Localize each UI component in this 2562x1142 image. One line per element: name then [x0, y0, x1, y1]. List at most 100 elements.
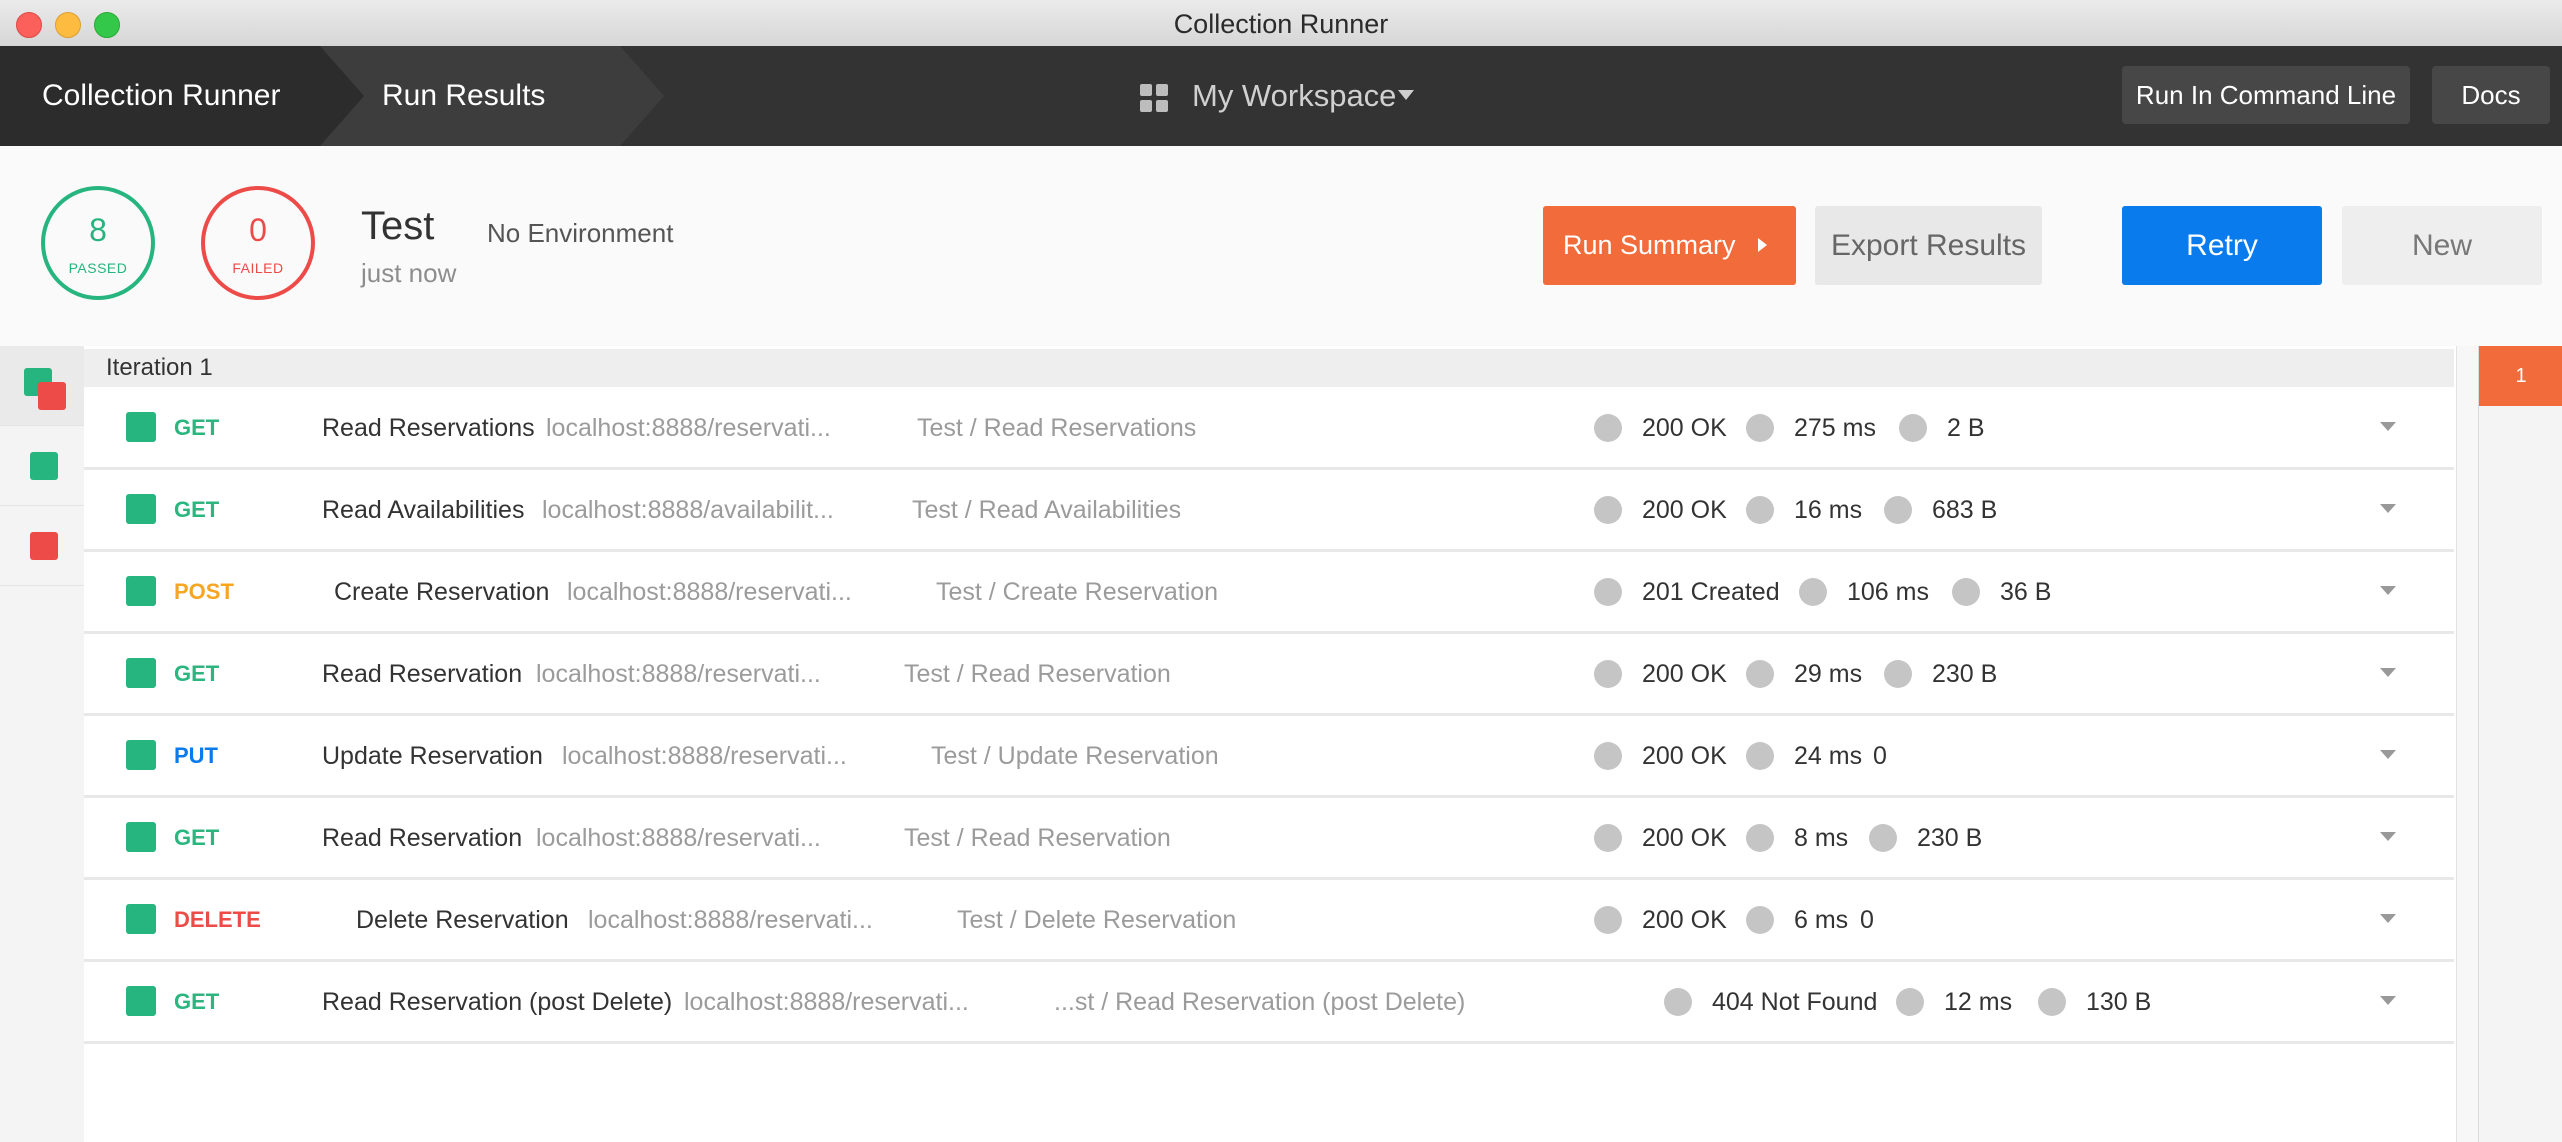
failed-square-icon	[30, 532, 58, 560]
iteration-header: Iteration 1	[84, 349, 2454, 387]
info-dot-icon[interactable]	[1869, 824, 1897, 852]
run-time: just now	[361, 258, 457, 288]
info-dot-icon[interactable]	[1746, 660, 1774, 688]
request-row[interactable]: GET Read Reservation localhost:8888/reserv…	[84, 634, 2454, 716]
failed-square-icon	[38, 382, 66, 410]
response-status-value: 200 OK	[1642, 414, 1727, 442]
chevron-down-icon[interactable]	[2380, 750, 2396, 759]
chevron-down-icon[interactable]	[2380, 504, 2396, 513]
chevron-down-icon[interactable]	[2380, 996, 2396, 1005]
info-dot-icon[interactable]	[1594, 496, 1622, 524]
request-url: localhost:8888/availabilit...	[542, 496, 834, 524]
run-summary-strip: 8 PASSED 0 FAILED Test No Environment ju…	[0, 146, 2562, 346]
response-status-value: 200 OK	[1642, 660, 1727, 688]
request-path: Test / Read Reservation	[904, 824, 1171, 852]
run-summary-label: Run Summary	[1563, 230, 1736, 260]
response-size-value: 230 B	[1932, 660, 1998, 688]
request-url: localhost:8888/reservati...	[546, 414, 831, 442]
request-method: GET	[174, 989, 220, 1014]
response-status-value: 201 Created	[1642, 578, 1780, 606]
export-results-button[interactable]: Export Results	[1815, 206, 2042, 285]
window-titlebar: Collection Runner	[0, 0, 2562, 47]
chevron-down-icon[interactable]	[2380, 586, 2396, 595]
request-path: Test / Create Reservation	[936, 578, 1219, 606]
request-method: GET	[174, 825, 220, 850]
request-url: localhost:8888/reservati...	[567, 578, 852, 606]
info-dot-icon[interactable]	[1884, 660, 1912, 688]
environment-label: No Environment	[487, 218, 674, 248]
response-time-value: 29 ms	[1794, 660, 1863, 688]
iteration-tab[interactable]: 1	[2479, 346, 2562, 406]
request-name: Read Reservation (post Delete)	[322, 988, 673, 1016]
pass-status-icon	[126, 986, 156, 1016]
chevron-down-icon[interactable]	[2380, 914, 2396, 923]
request-row[interactable]: POST Create Reservation localhost:8888/res…	[84, 552, 2454, 634]
request-row[interactable]: PUT Update Reservation localhost:8888/rese…	[84, 716, 2454, 798]
response-size-value: 36 B	[2000, 578, 2052, 606]
pass-status-icon	[126, 658, 156, 688]
info-dot-icon[interactable]	[1594, 742, 1622, 770]
failed-counter: 0 FAILED	[201, 186, 315, 300]
request-name: Read Availabilities	[322, 496, 525, 524]
request-name: Create Reservation	[334, 578, 550, 606]
filter-passed[interactable]	[0, 426, 84, 506]
chevron-down-icon	[1398, 90, 1414, 100]
response-size-value: 230 B	[1917, 824, 1983, 852]
chevron-down-icon[interactable]	[2380, 832, 2396, 841]
request-row[interactable]: GET Read Reservation localhost:8888/reserv…	[84, 798, 2454, 880]
pass-status-icon	[126, 904, 156, 934]
info-dot-icon[interactable]	[1746, 414, 1774, 442]
info-dot-icon[interactable]	[1594, 578, 1622, 606]
new-button[interactable]: New	[2342, 206, 2542, 285]
run-name: Test	[361, 204, 435, 248]
info-dot-icon[interactable]	[1594, 824, 1622, 852]
info-dot-icon[interactable]	[2038, 988, 2066, 1016]
request-row[interactable]: GET Read Availabilities localhost:8888/ava…	[84, 470, 2454, 552]
info-dot-icon[interactable]	[1594, 660, 1622, 688]
pass-status-icon	[126, 576, 156, 606]
workspace-label: My Workspace	[1192, 78, 1397, 113]
response-status-value: 200 OK	[1642, 906, 1727, 934]
request-method: POST	[174, 579, 234, 604]
info-dot-icon[interactable]	[1746, 824, 1774, 852]
response-status-value: 200 OK	[1642, 496, 1727, 524]
info-dot-icon[interactable]	[1746, 496, 1774, 524]
info-dot-icon[interactable]	[1899, 414, 1927, 442]
results-scrollbar[interactable]	[2456, 346, 2479, 1142]
filter-failed[interactable]	[0, 506, 84, 586]
info-dot-icon[interactable]	[1884, 496, 1912, 524]
chevron-down-icon[interactable]	[2380, 668, 2396, 677]
request-path: Test / Update Reservation	[931, 742, 1219, 770]
request-url: localhost:8888/reservati...	[588, 906, 873, 934]
filter-all[interactable]	[0, 346, 84, 426]
chevron-down-icon[interactable]	[2380, 422, 2396, 431]
run-in-command-line-button[interactable]: Run In Command Line	[2122, 66, 2410, 124]
info-dot-icon[interactable]	[1799, 578, 1827, 606]
docs-button[interactable]: Docs	[2432, 66, 2550, 124]
request-name: Read Reservation	[322, 660, 523, 688]
info-dot-icon[interactable]	[1594, 414, 1622, 442]
breadcrumb-collection-runner[interactable]: Collection Runner	[0, 46, 364, 146]
request-row[interactable]: DELETE Delete Reservation localhost:8888/r…	[84, 880, 2454, 962]
info-dot-icon[interactable]	[1594, 906, 1622, 934]
request-method: GET	[174, 415, 220, 440]
info-dot-icon[interactable]	[1896, 988, 1924, 1016]
pass-status-icon	[126, 412, 156, 442]
retry-button[interactable]: Retry	[2122, 206, 2322, 285]
response-time-value: 24 ms	[1794, 742, 1863, 770]
request-row[interactable]: GET Read Reservations localhost:8888/reser…	[84, 388, 2454, 470]
request-url: localhost:8888/reservati...	[536, 660, 821, 688]
request-path: Test / Read Availabilities	[912, 496, 1182, 524]
info-dot-icon[interactable]	[1746, 742, 1774, 770]
response-size-value: 683 B	[1932, 496, 1998, 524]
run-summary-button[interactable]: Run Summary	[1543, 206, 1796, 285]
request-list: GET Read Reservations localhost:8888/reser…	[84, 388, 2454, 1044]
response-time-value: 6 ms	[1794, 906, 1849, 934]
info-dot-icon[interactable]	[1746, 906, 1774, 934]
response-time-value: 106 ms	[1847, 578, 1929, 606]
breadcrumb-run-results[interactable]: Run Results	[320, 46, 664, 146]
grid-icon	[1140, 84, 1168, 112]
info-dot-icon[interactable]	[1952, 578, 1980, 606]
info-dot-icon[interactable]	[1664, 988, 1692, 1016]
request-row[interactable]: GET Read Reservation (post Delete) localho…	[84, 962, 2454, 1044]
